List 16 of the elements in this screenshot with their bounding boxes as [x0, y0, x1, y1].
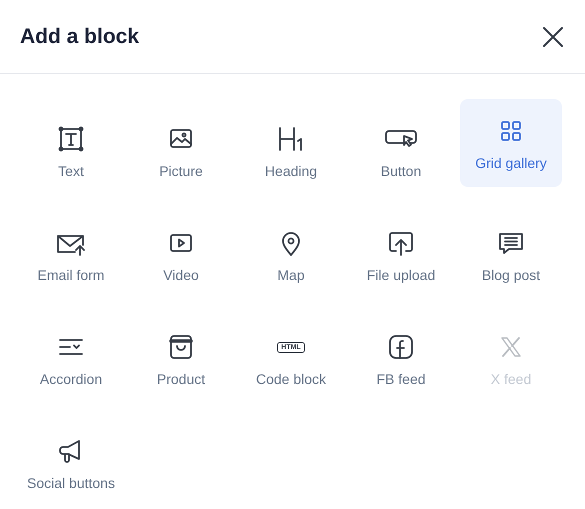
block-option[interactable]: Accordion: [20, 307, 122, 411]
block-option[interactable]: Text: [20, 99, 122, 203]
block-option[interactable]: Heading: [240, 99, 342, 203]
block-option[interactable]: Map: [240, 203, 342, 307]
block-option[interactable]: Video: [130, 203, 232, 307]
block-option[interactable]: FB feed: [350, 307, 452, 411]
block-option[interactable]: Grid gallery: [460, 99, 562, 187]
block-option[interactable]: Picture: [130, 99, 232, 203]
dialog-title: Add a block: [20, 24, 140, 48]
block-option[interactable]: Button: [350, 99, 452, 203]
block-option[interactable]: Social buttons: [20, 411, 122, 509]
close-icon[interactable]: [541, 24, 565, 48]
block-option[interactable]: Blog post: [460, 203, 562, 307]
block-option[interactable]: Product: [130, 307, 232, 411]
block-option[interactable]: Email form: [20, 203, 122, 307]
block-option[interactable]: File upload: [350, 203, 452, 307]
